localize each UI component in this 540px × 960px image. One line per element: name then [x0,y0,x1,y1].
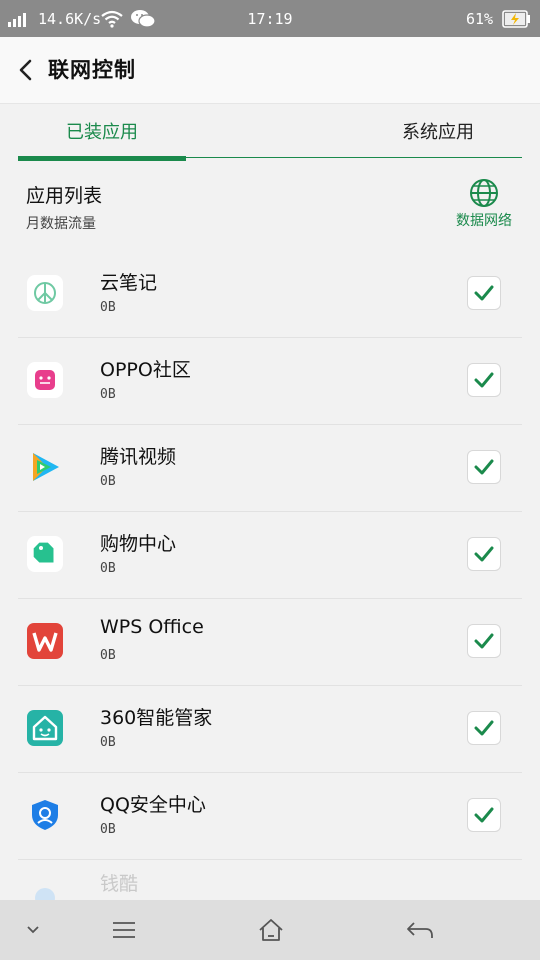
checkmark-icon [474,633,494,649]
app-usage: 0B [100,735,116,750]
hide-nav-button[interactable] [18,900,48,960]
menu-icon [113,922,135,938]
globe-icon [470,179,498,207]
community-icon [26,361,64,399]
back-arrow-icon [407,922,433,938]
checkmark-icon [474,285,494,301]
navigation-bar [0,900,540,960]
list-item: QQ安全中心 0B [0,772,540,860]
app-name: QQ安全中心 [100,794,206,816]
checkmark-icon [474,807,494,823]
app-usage: 0B [100,387,116,402]
home-icon [259,919,283,941]
list-item: 购物中心 0B [0,511,540,599]
list-item: 360智能管家 0B [0,685,540,773]
list-item: OPPO社区 0B [0,337,540,425]
app-usage: 0B [100,300,116,315]
status-bar: 14.6K/s 17:19 61% [0,0,540,37]
chevron-down-icon [27,926,39,934]
tab-installed-apps[interactable]: 已装应用 [18,104,186,160]
smart-home-icon [26,709,64,747]
app-list: 云笔记 0B OPPO社区 0B 腾讯视频 0B 购物中心 0B WPS Off… [0,250,540,946]
checkmark-icon [474,459,494,475]
checkmark-icon [474,372,494,388]
back-button[interactable] [6,49,46,91]
network-checkbox[interactable] [467,450,501,484]
checkmark-icon [474,546,494,562]
page-title: 联网控制 [48,58,136,82]
app-name: 360智能管家 [100,707,213,729]
section-subtitle: 月数据流量 [26,216,96,232]
note-icon [26,274,64,312]
battery-charging-icon [502,0,532,37]
network-checkbox[interactable] [467,711,501,745]
list-item: WPS Office 0B [0,598,540,686]
app-usage: 0B [100,648,116,663]
section-title: 应用列表 [26,185,103,207]
checkmark-icon [474,720,494,736]
clock: 17:19 [247,9,293,28]
tab-system-apps[interactable]: 系统应用 [354,104,522,160]
app-name: OPPO社区 [100,359,191,381]
app-name: WPS Office [100,616,204,638]
app-name: 钱酷 [100,873,139,895]
network-checkbox[interactable] [467,276,501,310]
app-name: 云笔记 [100,272,158,294]
app-usage: 0B [100,822,116,837]
tab-indicator [18,156,186,161]
network-checkbox[interactable] [467,624,501,658]
chevron-left-icon [19,59,32,81]
shield-icon [26,796,64,834]
app-usage: 0B [100,561,116,576]
data-network-toggle[interactable]: 数据网络 [444,178,524,238]
video-play-icon [26,448,64,486]
data-network-label: 数据网络 [456,213,512,229]
title-bar: 联网控制 [0,37,540,104]
home-button[interactable] [251,900,291,960]
list-item: 云笔记 0B [0,250,540,338]
shopping-tag-icon [26,535,64,573]
system-back-button[interactable] [398,900,442,960]
battery-percent: 61% [466,9,494,28]
app-name: 腾讯视频 [100,446,177,468]
tab-bar: 已装应用 系统应用 [0,104,540,162]
network-checkbox[interactable] [467,798,501,832]
list-item: 腾讯视频 0B [0,424,540,512]
menu-button[interactable] [104,900,144,960]
network-checkbox[interactable] [467,537,501,571]
app-usage: 0B [100,474,116,489]
app-name: 购物中心 [100,533,177,555]
wps-icon [26,622,64,660]
network-checkbox[interactable] [467,363,501,397]
